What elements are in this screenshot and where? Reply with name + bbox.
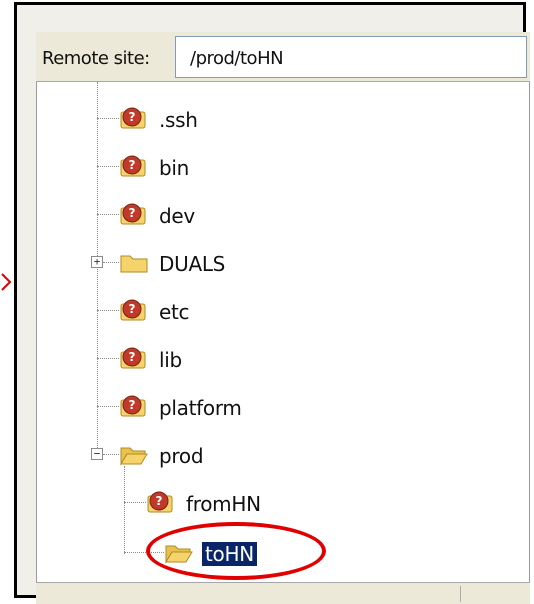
tree-item-label: .ssh <box>159 108 198 132</box>
unknown-folder-icon: ? <box>120 299 146 321</box>
status-bar <box>36 582 530 604</box>
svg-text:?: ? <box>129 110 136 124</box>
tree-item-duals[interactable]: + DUALS <box>87 244 307 280</box>
remote-site-path-value[interactable]: /prod/toHN <box>190 48 284 69</box>
annotation-arrow-icon <box>1 273 12 291</box>
status-divider <box>460 586 461 602</box>
annotation-highlight-oval <box>146 522 326 580</box>
tree-item-dev[interactable]: ? dev <box>97 196 297 232</box>
tree-item-label: etc <box>159 300 190 324</box>
tree-item-label: bin <box>159 156 190 180</box>
tree-item-ssh[interactable]: ? .ssh <box>97 100 297 136</box>
tree-item-prod[interactable]: − prod <box>87 436 307 472</box>
svg-text:?: ? <box>129 350 136 364</box>
tree-item-label: platform <box>159 396 242 420</box>
tree-item-label: DUALS <box>159 252 226 276</box>
tree-item-label: lib <box>159 348 182 372</box>
remote-site-label: Remote site: <box>42 48 150 69</box>
tree-item-label: dev <box>159 204 195 228</box>
folder-open-icon <box>120 447 148 466</box>
tree-item-bin[interactable]: ? bin <box>97 148 297 184</box>
unknown-folder-icon: ? <box>147 491 173 513</box>
tree-item-platform[interactable]: ? platform <box>97 388 317 424</box>
collapse-minus-icon[interactable]: − <box>91 448 103 460</box>
tree-item-etc[interactable]: ? etc <box>97 292 297 328</box>
svg-text:?: ? <box>129 158 136 172</box>
unknown-folder-icon: ? <box>120 203 146 225</box>
svg-text:?: ? <box>129 206 136 220</box>
unknown-folder-icon: ? <box>120 347 146 369</box>
tree-item-label: fromHN <box>186 492 261 516</box>
tree-item-fromhn[interactable]: ? fromHN <box>124 484 324 520</box>
expand-plus-icon[interactable]: + <box>91 256 103 268</box>
unknown-folder-icon: ? <box>120 107 146 129</box>
unknown-folder-icon: ? <box>120 155 146 177</box>
folder-icon <box>120 255 148 273</box>
svg-text:?: ? <box>129 398 136 412</box>
svg-text:?: ? <box>156 494 163 508</box>
unknown-folder-icon: ? <box>120 395 146 417</box>
tree-item-label: prod <box>159 444 204 468</box>
svg-text:?: ? <box>129 302 136 316</box>
tree-item-lib[interactable]: ? lib <box>97 340 297 376</box>
